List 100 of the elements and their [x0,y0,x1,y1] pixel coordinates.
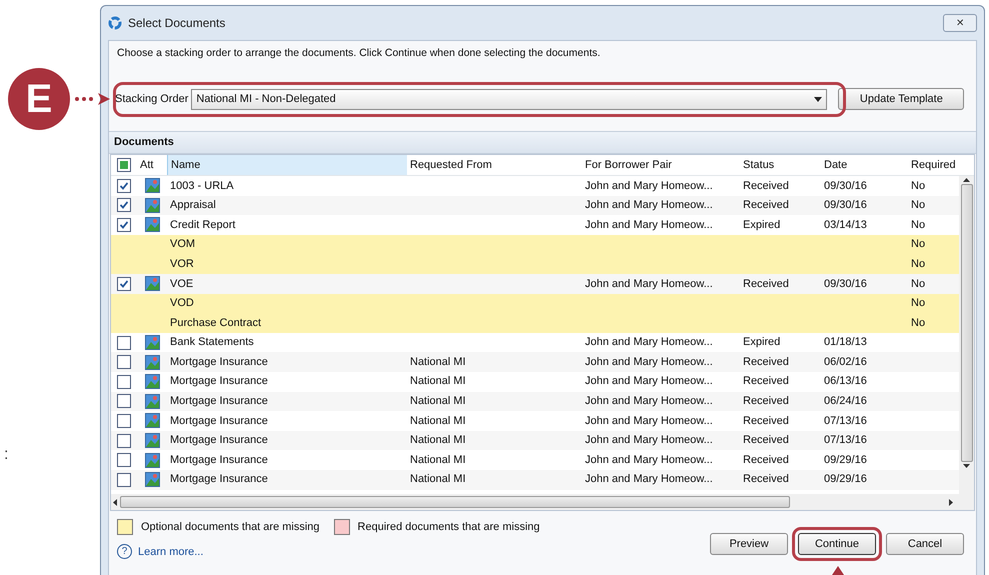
borrower-pair-cell-text: John and Mary Homeow... [584,414,714,429]
checkbox[interactable] [117,472,131,487]
legend-label: Required documents that are missing [358,520,540,535]
checkbox[interactable] [117,336,131,350]
horizontal-scrollbar[interactable] [111,494,974,510]
stacking-order-label: Stacking Order [115,92,188,107]
date-cell-text: 09/30/16 [823,276,868,292]
date-cell-text: 09/30/16 [823,178,868,194]
required-cell-text: No [910,256,926,272]
select-all-checkbox[interactable] [117,158,131,172]
requested-from-cell-text: National MI [409,394,467,410]
status-cell-text: Received [742,198,790,214]
column-header[interactable]: Required [908,155,958,175]
column-header[interactable]: Requested From [407,155,582,175]
missing-document-row[interactable]: VOM No [111,234,959,254]
documents-section-header: Documents [109,131,976,154]
status-cell-text: Received [742,452,790,468]
checkbox[interactable] [117,218,131,232]
name-cell-text: Appraisal [169,198,217,214]
date-cell-text: 06/13/16 [823,374,868,390]
status-cell-text: Received [742,472,790,488]
dialog-button[interactable]: Cancel [886,533,964,555]
name-cell-text: Purchase Contract [169,316,262,331]
date-cell-text: 07/13/16 [823,414,868,429]
missing-document-row[interactable]: VOD No [111,294,959,314]
dialog-button[interactable]: Preview [710,533,788,555]
checkbox[interactable] [117,434,131,448]
document-row[interactable]: Mortgage Insurance National MI John and Mary Homeow... Received 06/02/16 [111,352,959,372]
column-header[interactable]: Date [821,155,908,175]
status-cell-text: Received [742,414,790,429]
date-cell-text: 01/18/13 [823,335,868,350]
checkbox[interactable] [117,453,131,468]
requested-from-cell-text: National MI [409,414,467,429]
name-cell-text: Mortgage Insurance [169,354,269,370]
borrower-pair-cell-text: John and Mary Homeow... [584,276,714,292]
document-row[interactable]: Mortgage Insurance National MI John and Mary Homeow... Received 06/24/16 [111,392,959,412]
borrower-pair-cell-text: John and Mary Homeow... [584,394,714,410]
document-row[interactable]: Bank Statements John and Mary Homeow... Expired 01/18/13 [111,332,959,352]
name-cell-text: VOR [169,256,195,272]
name-cell-text: VOM [169,237,196,252]
checkbox[interactable] [117,414,131,428]
document-row[interactable]: Mortgage Insurance National MI John and Mary Homeow... Received 07/13/16 [111,430,959,450]
column-header[interactable]: Att [137,155,167,175]
vertical-scrollbar[interactable] [959,176,974,494]
date-cell-text: 07/13/16 [823,433,868,448]
checkbox[interactable] [117,276,131,291]
checkbox[interactable] [117,355,131,370]
checkbox[interactable] [117,198,131,212]
callout-arrow [74,93,110,105]
borrower-pair-cell-text: John and Mary Homeow... [584,472,714,488]
status-cell-text: Received [742,394,790,410]
scroll-right-icon[interactable] [949,498,953,506]
borrower-pair-cell-text: John and Mary Homeow... [584,335,714,350]
name-cell-text: 1003 - URLA [169,178,235,194]
date-cell-text: 09/30/16 [823,198,868,214]
dropdown-caret-icon [814,96,822,102]
picture-icon [144,452,160,468]
status-cell-text: Received [742,433,790,448]
required-cell-text: No [910,316,926,331]
document-row[interactable]: VOE John and Mary Homeow... Received 09/30/16 No [111,274,959,294]
document-row[interactable]: Appraisal John and Mary Homeow... Received 09/30/16 No [111,196,959,216]
requested-from-cell-text: National MI [409,354,467,370]
column-header[interactable]: Name [167,155,407,175]
picture-icon [144,394,160,409]
column-header[interactable]: For Borrower Pair [582,155,740,175]
missing-document-row[interactable]: Purchase Contract No [111,313,959,333]
date-cell-text: 06/02/16 [823,354,868,370]
checkbox[interactable] [117,374,131,389]
update-template-button[interactable]: Update Template [838,88,964,110]
borrower-pair-cell-text: John and Mary Homeow... [584,433,714,448]
instruction-text: Choose a stacking order to arrange the documents. Click Continue when done selecting the documents. [117,46,600,62]
borrower-pair-cell-text: John and Mary Homeow... [584,178,714,194]
missing-document-row[interactable]: VOR No [111,254,959,274]
requested-from-cell-text: National MI [409,452,467,468]
document-row[interactable]: Mortgage Insurance National MI John and Mary Homeow... Received 09/29/16 [111,470,959,490]
window-title: Select Documents [128,15,226,32]
required-cell-text: No [910,178,926,194]
borrower-pair-cell-text: John and Mary Homeow... [584,374,714,390]
scroll-up-icon[interactable] [963,178,970,182]
checkbox[interactable] [117,394,131,408]
app-logo-icon [108,16,122,30]
picture-icon [144,472,160,488]
status-cell-text: Received [742,374,790,390]
close-button[interactable]: ✕ [943,14,977,32]
learn-more-link[interactable]: Learn more... [138,544,204,560]
picture-icon [144,374,160,390]
required-cell-text: No [910,198,926,214]
requested-from-cell-text: National MI [409,433,467,448]
name-cell-text: Mortgage Insurance [169,433,269,448]
picture-icon [144,178,160,194]
checkbox[interactable] [117,178,131,193]
column-header[interactable]: Status [740,155,821,175]
stacking-order-dropdown[interactable]: National MI - Non-Delegated [191,88,828,110]
status-cell-text: Expired [742,218,782,233]
picture-icon [144,354,160,370]
scroll-left-icon[interactable] [113,498,117,506]
scroll-down-icon[interactable] [963,464,970,468]
help-icon: ? [117,544,132,560]
picture-icon [144,198,160,213]
date-cell-text: 09/29/16 [823,472,868,488]
